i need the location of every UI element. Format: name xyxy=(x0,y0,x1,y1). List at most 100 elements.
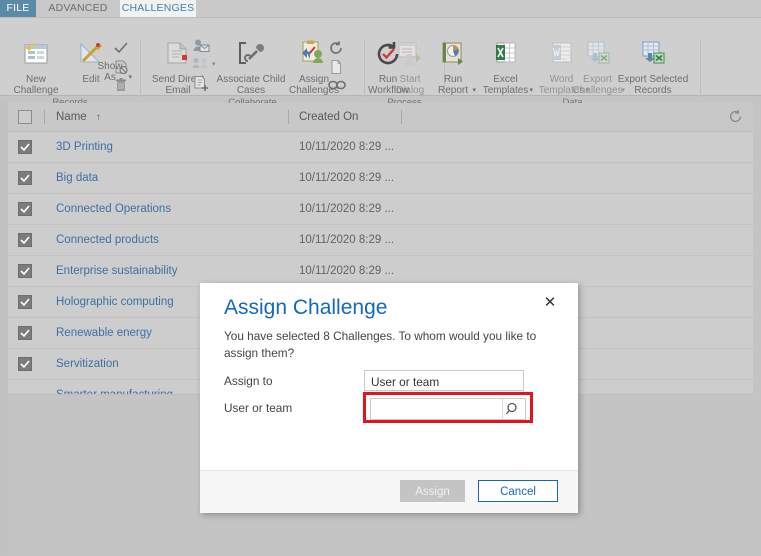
row-checkbox[interactable] xyxy=(18,326,32,340)
command-add-to-queue[interactable] xyxy=(192,75,210,96)
chain-link-icon xyxy=(328,80,346,90)
command-label: Associate Child Cases xyxy=(216,74,286,96)
command-refresh-records[interactable] xyxy=(328,40,344,61)
table-row[interactable]: 3D Printing 10/11/2020 8:29 ... xyxy=(8,132,753,163)
left-nav-strip xyxy=(0,103,8,555)
group-separator-records xyxy=(140,39,141,97)
dialog-description: You have selected 8 Challenges. To whom … xyxy=(224,329,537,360)
connect-people-icon xyxy=(192,57,208,68)
chevron-down-icon: ▾ xyxy=(529,87,533,94)
document-deactivate-icon xyxy=(115,60,128,74)
row-checkbox[interactable] xyxy=(18,233,32,247)
command-delete[interactable] xyxy=(113,77,129,98)
run-report-icon xyxy=(430,39,476,72)
command-excel-templates[interactable]: Excel Templates ▾ xyxy=(478,39,533,96)
row-name-link[interactable]: Holographic computing xyxy=(56,287,174,317)
wrench-bracket-icon xyxy=(216,39,286,72)
document-blank-icon xyxy=(331,60,341,74)
refresh-circle-icon xyxy=(330,41,342,54)
command-email-a-link[interactable] xyxy=(328,78,346,96)
search-icon[interactable] xyxy=(502,399,525,419)
table-row[interactable]: Connected products 10/11/2020 8:29 ... xyxy=(8,225,753,256)
checkmark-icon xyxy=(114,42,128,54)
row-checkbox[interactable] xyxy=(18,295,32,309)
cancel-button[interactable]: Cancel xyxy=(478,480,558,502)
new-record-icon xyxy=(5,39,67,72)
chevron-down-icon: ▾ xyxy=(472,87,476,94)
chevron-down-icon: ▾ xyxy=(128,74,132,81)
row-checkbox[interactable] xyxy=(18,140,32,154)
assign-to-value: User or team xyxy=(371,375,440,389)
row-created-on: 10/11/2020 8:29 ... xyxy=(299,234,395,246)
row-checkbox[interactable] xyxy=(18,264,32,278)
command-start-dialog[interactable]: Start Dialog xyxy=(386,39,434,96)
close-icon[interactable]: ✕ xyxy=(542,295,558,311)
column-divider xyxy=(401,110,402,124)
grid-header-row: Name ↑ Created On xyxy=(8,103,753,132)
tab-challenges[interactable]: CHALLENGES xyxy=(120,0,196,17)
start-dialog-icon xyxy=(386,39,434,72)
column-header-label: Name xyxy=(56,111,87,123)
command-send-email-contact[interactable] xyxy=(192,38,210,59)
command-label: Run Report xyxy=(437,74,468,96)
command-associate-child-cases[interactable]: Associate Child Cases xyxy=(216,39,286,96)
table-row[interactable]: Connected Operations 10/11/2020 8:29 ... xyxy=(8,194,753,225)
field-label-user-or-team: User or team xyxy=(224,401,293,415)
field-label-assign-to: Assign to xyxy=(224,374,273,388)
command-label: Export Selected Records xyxy=(617,74,689,96)
trash-icon xyxy=(116,78,126,91)
select-all-checkbox[interactable] xyxy=(18,110,32,124)
row-checkbox[interactable] xyxy=(18,171,32,185)
assign-button[interactable]: Assign xyxy=(400,480,465,502)
row-name-link[interactable]: Renewable energy xyxy=(56,318,152,348)
command-new-challenge[interactable]: New Challenge xyxy=(5,39,67,96)
column-header-created-on[interactable]: Created On xyxy=(299,103,358,131)
command-label: Start Dialog xyxy=(395,74,425,96)
command-connect[interactable]: ▾ xyxy=(192,57,216,76)
ribbon-toolbar: New Challenge Edit Show As ▾ Send Direct… xyxy=(0,17,761,108)
dialog-footer: Assign Cancel xyxy=(200,470,578,513)
ribbon-tab-strip: FILE ADVANCED FIND CHALLENGES xyxy=(0,0,761,31)
group-separator-data xyxy=(700,39,701,97)
assign-to-field[interactable]: User or team xyxy=(364,370,524,391)
row-checkbox[interactable] xyxy=(18,202,32,216)
command-copy-link[interactable] xyxy=(328,59,344,80)
excel-icon xyxy=(478,39,533,72)
contact-email-icon xyxy=(193,39,210,52)
command-activate[interactable] xyxy=(113,40,129,61)
row-created-on: 10/11/2020 8:29 ... xyxy=(299,141,395,153)
assign-challenge-dialog: Assign Challenge ✕ You have selected 8 C… xyxy=(200,283,578,513)
ribbon-divider xyxy=(0,17,761,18)
row-checkbox[interactable] xyxy=(18,357,32,371)
dialog-title: Assign Challenge xyxy=(224,296,388,319)
add-document-icon xyxy=(194,76,208,91)
command-run-report[interactable]: Run Report ▾ xyxy=(430,39,476,96)
group-separator-collaborate xyxy=(364,39,365,97)
column-header-name[interactable]: Name ↑ xyxy=(56,103,101,132)
column-header-label: Created On xyxy=(299,111,359,123)
refresh-icon[interactable] xyxy=(728,109,743,124)
tab-file[interactable]: FILE xyxy=(0,0,36,17)
command-label: Excel Templates xyxy=(482,74,529,96)
export-selected-excel-icon xyxy=(614,39,692,72)
table-row[interactable]: Big data 10/11/2020 8:29 ... xyxy=(8,163,753,194)
row-name-link[interactable]: Enterprise sustainability xyxy=(56,256,177,286)
chevron-down-icon: ▾ xyxy=(212,61,216,68)
row-name-link[interactable]: Connected Operations xyxy=(56,194,171,224)
column-divider xyxy=(44,110,45,124)
user-or-team-input[interactable] xyxy=(370,398,526,420)
row-name-link[interactable]: Connected products xyxy=(56,225,159,255)
row-name-link[interactable]: Servitization xyxy=(56,349,119,379)
dialog-body: Assign Challenge ✕ You have selected 8 C… xyxy=(200,283,578,471)
row-name-link[interactable]: 3D Printing xyxy=(56,132,113,162)
row-created-on: 10/11/2020 8:29 ... xyxy=(299,172,395,184)
tab-advanced-find[interactable]: ADVANCED FIND xyxy=(36,0,120,31)
application-window: FILE ADVANCED FIND CHALLENGES xyxy=(0,0,761,556)
command-label: New Challenge xyxy=(13,74,59,96)
row-name-link[interactable]: Big data xyxy=(56,163,98,193)
row-created-on: 10/11/2020 8:29 ... xyxy=(299,265,395,277)
row-created-on: 10/11/2020 8:29 ... xyxy=(299,203,395,215)
sort-ascending-icon: ↑ xyxy=(95,112,101,123)
column-divider xyxy=(288,110,289,124)
command-export-selected-records[interactable]: Export Selected Records xyxy=(614,39,692,96)
